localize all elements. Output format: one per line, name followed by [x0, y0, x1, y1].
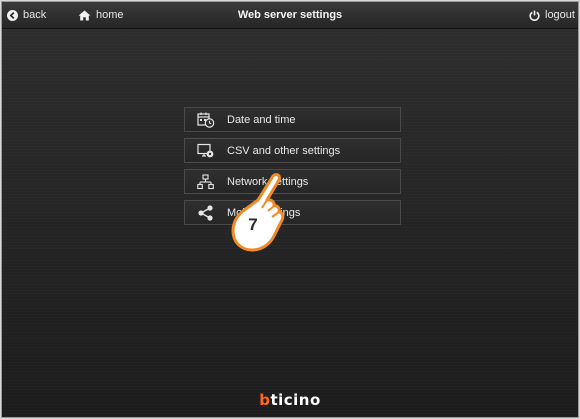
network-icon [196, 173, 216, 190]
menu-item-network-settings[interactable]: Network settings [184, 169, 401, 194]
top-bar: Web server settings back home logout [2, 2, 578, 29]
power-icon [529, 10, 540, 21]
menu-item-csv-and-other-settings[interactable]: CSV and other settings [184, 138, 401, 163]
back-label: back [23, 9, 47, 21]
brand-logo-rest: ticino [270, 391, 321, 409]
home-button[interactable]: home [78, 2, 124, 28]
step-number: 7 [248, 215, 257, 234]
calendar-clock-icon [196, 112, 216, 128]
logout-button[interactable]: logout [529, 2, 575, 28]
share-icon [196, 204, 216, 221]
home-label: home [96, 9, 124, 21]
back-arrow-icon [7, 9, 18, 21]
brand-logo-b: b [259, 391, 271, 409]
monitor-gear-icon [196, 143, 216, 159]
home-icon [78, 10, 91, 21]
menu-item-date-and-time[interactable]: Date and time [184, 107, 401, 132]
logout-label: logout [545, 9, 575, 21]
pointing-hand-icon: 7 [231, 173, 285, 252]
menu-item-label: CSV and other settings [227, 144, 341, 157]
brand-logo: bticino [2, 391, 578, 409]
app-frame: Web server settings back home logout Dat… [1, 1, 579, 418]
settings-menu: Date and time CSV and other settings Net… [184, 107, 401, 231]
menu-item-label: Date and time [227, 113, 296, 126]
menu-item-mobile-settings[interactable]: Mobile settings [184, 200, 401, 225]
back-button[interactable]: back [7, 2, 46, 28]
